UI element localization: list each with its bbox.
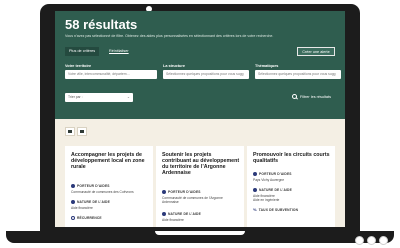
- list-view-icon: [80, 129, 84, 134]
- create-alert-button[interactable]: Créer une alerte: [297, 47, 335, 56]
- structure-placeholder: Sélectionnez quelques propositions pour …: [166, 72, 244, 76]
- person-icon: [253, 172, 257, 176]
- list-view-toggle[interactable]: [77, 127, 87, 136]
- card-title: Soutenir les projets contribuant au déve…: [162, 152, 240, 177]
- card-meta-label: NATURE DE L’AIDE: [162, 212, 201, 216]
- themes-placeholder: Sélectionnez quelques propositions pour …: [258, 72, 336, 76]
- structure-label: La structure: [163, 64, 185, 68]
- card-meta-label: PORTEUR D’AIDES: [253, 172, 292, 176]
- card-meta-value: Communauté de communes des Coëvrons: [71, 190, 134, 194]
- territory-label: Votre territoire: [65, 64, 92, 68]
- carousel-dot[interactable]: [379, 236, 388, 245]
- results-count-title: 58 résultats: [65, 17, 138, 32]
- aid-type-icon: [71, 200, 75, 204]
- aid-type-icon: [253, 188, 257, 192]
- card-meta-value: Aide financière: [71, 206, 93, 210]
- card-title: Accompagner les projets de développement…: [71, 152, 145, 171]
- search-header: 58 résultats Vous n’avez pas sélectionné…: [55, 11, 345, 119]
- card-meta-label: % TAUX DE SUBVENTION: [253, 207, 299, 213]
- filter-results-button[interactable]: Filtrer les résultats: [291, 94, 331, 99]
- card-meta-value: Aide financière: [162, 218, 184, 222]
- recurrence-icon: [71, 216, 75, 220]
- intro-text: Vous n’avez pas sélectionné de filtre. O…: [65, 34, 274, 38]
- card-title: Promouvoir les circuits courts qualitati…: [253, 152, 330, 165]
- aid-type-icon: [162, 212, 166, 216]
- filter-results-label: Filtrer les résultats: [299, 94, 331, 99]
- card-meta-value: Aide financière Aide en ingénierie: [253, 194, 280, 203]
- grid-view-toggle[interactable]: [65, 127, 75, 136]
- card-meta-label: PORTEUR D’AIDES: [71, 184, 110, 188]
- card-meta-label: RÉCURRENCE: [71, 216, 102, 220]
- territory-placeholder: Votre ville, intercommunalité, départem…: [68, 72, 130, 76]
- card-meta-label: PORTEUR D’AIDES: [162, 190, 201, 194]
- reset-link[interactable]: Réinitialiser: [105, 47, 133, 56]
- card-meta-label: NATURE DE L’AIDE: [253, 188, 292, 192]
- themes-select[interactable]: Sélectionnez quelques propositions pour …: [255, 70, 341, 79]
- card-meta-label: NATURE DE L’AIDE: [71, 200, 110, 204]
- laptop-mockup: 58 résultats Vous n’avez pas sélectionné…: [0, 0, 400, 248]
- territory-input[interactable]: Votre ville, intercommunalité, départem…: [65, 70, 157, 79]
- tab-more-criteria[interactable]: Plus de critères: [65, 47, 100, 56]
- laptop-notch: [155, 231, 245, 235]
- person-icon: [162, 190, 166, 194]
- laptop-screen: 58 résultats Vous n’avez pas sélectionné…: [55, 11, 345, 227]
- carousel-dot[interactable]: [367, 236, 376, 245]
- percent-icon: %: [253, 207, 257, 212]
- sort-select[interactable]: Trier par : ⌄: [65, 93, 133, 102]
- themes-label: Thématiques: [255, 64, 279, 68]
- aid-card[interactable]: Accompagner les projets de développement…: [65, 146, 153, 227]
- card-meta-value: Pays Vichy Auvergne: [253, 178, 285, 182]
- sort-value: Trier par :: [68, 95, 83, 99]
- grid-view-icon: [68, 129, 72, 134]
- aid-card[interactable]: Promouvoir les circuits courts qualitati…: [247, 146, 335, 227]
- aid-card[interactable]: Soutenir les projets contribuant au déve…: [156, 146, 244, 227]
- person-icon: [71, 184, 75, 188]
- chevron-down-icon: ⌄: [126, 95, 130, 99]
- carousel-dot[interactable]: [355, 236, 364, 245]
- card-meta-value: Communauté de communes de l’Argonne Arde…: [162, 196, 223, 205]
- search-icon: [291, 94, 297, 99]
- structure-select[interactable]: Sélectionnez quelques propositions pour …: [163, 70, 249, 79]
- carousel-dots[interactable]: [355, 236, 388, 245]
